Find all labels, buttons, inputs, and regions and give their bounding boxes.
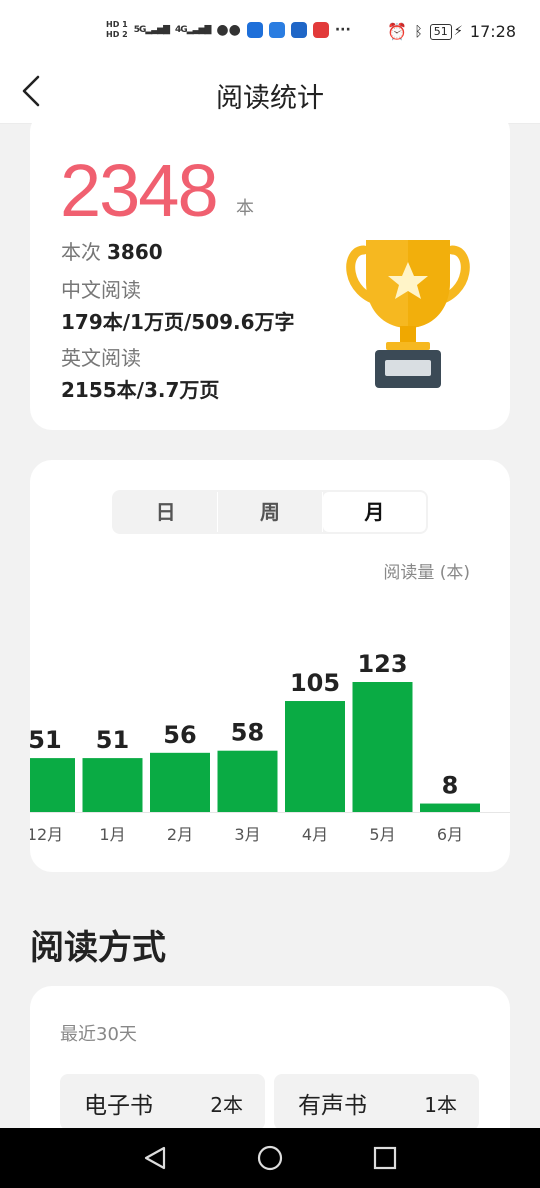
charging-icon: ⚡ <box>453 24 463 39</box>
bulb-icon <box>268 22 285 38</box>
wechat-icon: ●● <box>216 22 241 38</box>
bar-value-label-5: 123 <box>357 650 407 678</box>
signal-icon-2: 4G▂▃▅▇ <box>175 25 211 35</box>
chinese-reading-value: 179本/1万页/509.6万字 <box>61 310 295 334</box>
more-icon: ··· <box>334 22 351 38</box>
period-label: 最近30天 <box>60 1024 137 1045</box>
sessions-label: 本次 <box>61 240 101 264</box>
chart-card: 日 周 月 阅读量 (本) 51 12月 51 1月 56 2月 58 3月 105 4月 123 5… <box>30 460 510 872</box>
bar-value-label-1: 51 <box>96 726 129 754</box>
summary-card: 2348 本 本次 3860 中文阅读 179本/1万页/509.6万字 英文阅读… <box>30 110 510 430</box>
calendar-app-icon <box>312 22 329 38</box>
audiobook-label: 有声书 <box>298 1093 367 1119</box>
sessions-row: 本次 3860 <box>61 236 163 265</box>
signal-icon: 5G▂▃▅▇ <box>133 25 170 35</box>
english-reading-label: 英文阅读 <box>61 346 141 370</box>
category-label-0: 12月 <box>30 825 63 844</box>
status-left: HD 1 HD 2 5G▂▃▅▇ 4G▂▃▅▇ ●● ··· <box>106 20 351 40</box>
english-reading-value: 2155本/3.7万页 <box>61 378 220 402</box>
bluetooth-icon: ᛒ <box>414 23 423 40</box>
star-app-icon <box>290 22 307 38</box>
bar-3[interactable] <box>217 750 278 812</box>
category-label-6: 6月 <box>437 825 463 844</box>
bar-5[interactable] <box>352 682 413 812</box>
total-books-number: 2348 <box>60 149 219 232</box>
monthly-bar-chart: 51 12月 51 1月 56 2月 58 3月 105 4月 123 5月 8 6月 <box>30 650 510 844</box>
bar-value-label-0: 51 <box>30 726 62 754</box>
category-label-3: 3月 <box>234 825 260 844</box>
app-icon <box>246 22 263 38</box>
bar-2[interactable] <box>150 752 210 812</box>
clock: 17:28 <box>469 22 516 41</box>
ebook-value: 2本 <box>210 1093 243 1117</box>
ebook-label: 电子书 <box>84 1093 153 1119</box>
circle-home-icon[interactable] <box>256 1145 284 1173</box>
ebook-tile[interactable]: 电子书 2本 <box>60 1074 265 1130</box>
bar-value-label-4: 105 <box>290 669 340 697</box>
hd-indicators: HD 1 HD 2 <box>106 20 128 40</box>
triangle-back-icon[interactable] <box>142 1145 168 1171</box>
bar-0[interactable] <box>30 758 75 812</box>
category-label-1: 1月 <box>99 825 125 844</box>
category-label-2: 2月 <box>167 825 193 844</box>
chinese-reading-label: 中文阅读 <box>61 278 141 302</box>
bar-value-label-6: 8 <box>442 772 459 800</box>
sessions-value: 3860 <box>107 240 163 264</box>
alarm-icon: ⏰ <box>387 22 408 41</box>
bar-6[interactable] <box>420 803 480 812</box>
system-nav-bar <box>0 1128 540 1188</box>
category-label-5: 5月 <box>369 825 395 844</box>
trophy-icon <box>346 240 470 388</box>
audiobook-value: 1本 <box>424 1093 457 1117</box>
square-recent-icon[interactable] <box>372 1145 398 1171</box>
hd1-label: HD 1 <box>106 20 128 29</box>
status-bar: HD 1 HD 2 5G▂▃▅▇ 4G▂▃▅▇ ●● ··· ⏰ ᛒ 51 ⚡ … <box>0 0 540 62</box>
status-right: ⏰ ᛒ 51 ⚡ 17:28 <box>387 22 516 41</box>
battery-icon: 51 <box>429 23 452 40</box>
bar-value-label-2: 56 <box>163 721 196 749</box>
category-label-4: 4月 <box>302 825 328 844</box>
section-title: 阅读方式 <box>30 928 166 968</box>
total-books-unit: 本 <box>236 198 254 219</box>
bar-1[interactable] <box>82 758 143 812</box>
audiobook-tile[interactable]: 有声书 1本 <box>274 1074 479 1130</box>
hd2-label: HD 2 <box>106 30 128 39</box>
bar-4[interactable] <box>285 701 345 812</box>
bar-value-label-3: 58 <box>231 719 264 747</box>
